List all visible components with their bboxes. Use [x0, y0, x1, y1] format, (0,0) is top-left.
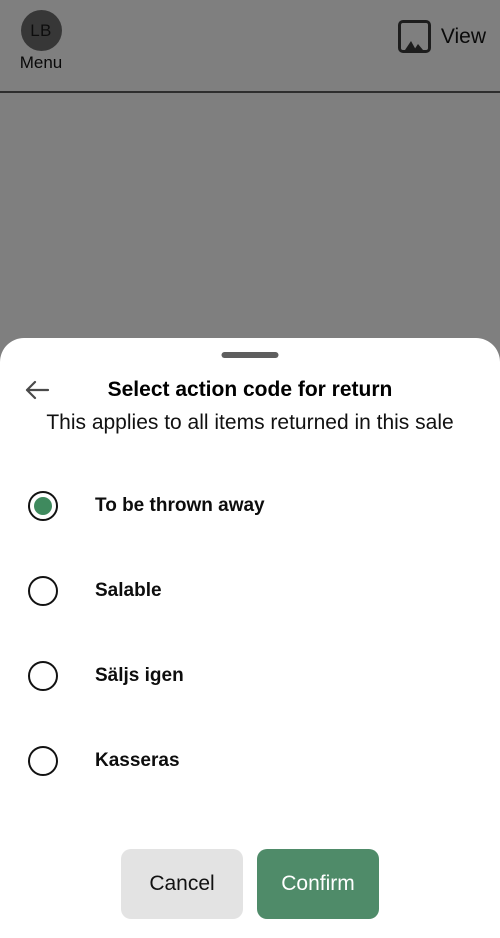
- action-code-radio-group: To be thrown away Salable Säljs igen Kas…: [0, 463, 500, 803]
- cancel-button[interactable]: Cancel: [121, 849, 243, 919]
- radio-option-label: To be thrown away: [95, 494, 265, 516]
- confirm-button[interactable]: Confirm: [257, 849, 379, 919]
- radio-option-salable[interactable]: Salable: [0, 548, 500, 633]
- sheet-actions: Cancel Confirm: [0, 830, 500, 938]
- bottom-sheet: Select action code for return This appli…: [0, 338, 500, 938]
- sheet-header: Select action code for return: [0, 374, 500, 406]
- radio-option-saljs-igen[interactable]: Säljs igen: [0, 633, 500, 718]
- radio-button[interactable]: [28, 660, 58, 691]
- sheet-subtitle: This applies to all items returned in th…: [46, 411, 454, 434]
- drag-handle[interactable]: [221, 352, 279, 358]
- radio-option-label: Salable: [95, 579, 162, 601]
- radio-button[interactable]: [28, 490, 58, 521]
- radio-option-to-be-thrown-away[interactable]: To be thrown away: [0, 463, 500, 548]
- radio-button[interactable]: [28, 575, 58, 606]
- radio-option-label: Kasseras: [95, 749, 180, 771]
- radio-button[interactable]: [28, 745, 58, 776]
- app-root: LB Menu View: [0, 0, 500, 938]
- radio-selected-dot: [34, 496, 52, 515]
- arrow-left-icon: [24, 379, 50, 401]
- back-button[interactable]: [18, 374, 56, 406]
- page-title: Select action code for return: [107, 378, 393, 401]
- radio-option-kasseras[interactable]: Kasseras: [0, 718, 500, 803]
- radio-option-label: Säljs igen: [95, 664, 184, 686]
